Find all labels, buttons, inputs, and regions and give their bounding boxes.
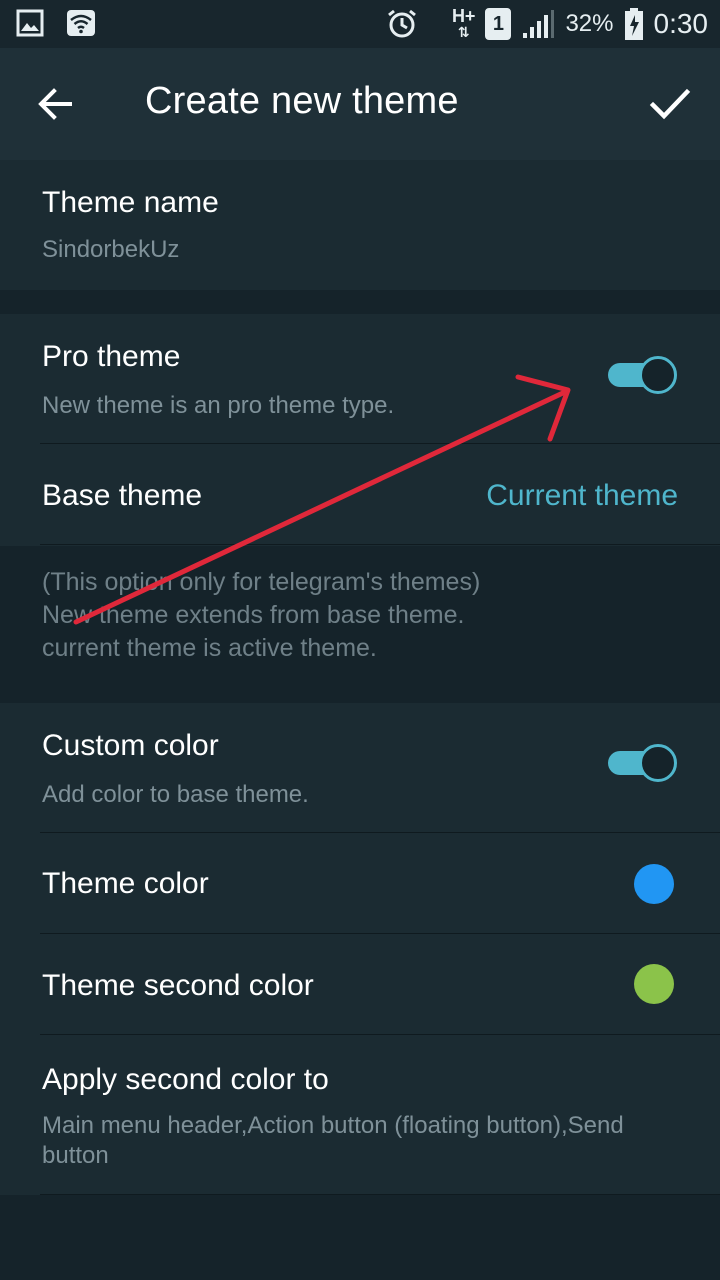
confirm-button[interactable]	[644, 78, 696, 130]
status-bar: H+ ⇅ 1 32% 0:30	[0, 0, 720, 48]
theme-name-section: Theme name SindorbekUz	[0, 160, 720, 290]
color-section: Custom color Add color to base theme. Th…	[0, 703, 720, 1195]
theme-second-color-swatch[interactable]	[634, 964, 674, 1004]
back-button[interactable]	[30, 78, 82, 130]
custom-color-toggle[interactable]	[608, 744, 677, 782]
theme-color-label: Theme color	[42, 867, 209, 900]
apply-second-color-value: Main menu header,Action button (floating…	[42, 1112, 624, 1169]
custom-color-description: Add color to base theme.	[42, 781, 309, 808]
clock: 0:30	[653, 8, 709, 39]
pro-theme-row[interactable]: Pro theme New theme is an pro theme type…	[0, 314, 720, 444]
theme-color-row[interactable]: Theme color	[0, 833, 720, 933]
page-title: Create new theme	[145, 80, 459, 122]
app-bar: Create new theme	[0, 48, 720, 160]
theme-name-row[interactable]: Theme name SindorbekUz	[0, 160, 720, 290]
custom-color-label: Custom color	[42, 729, 219, 762]
signal-icon	[523, 10, 555, 38]
sim-icon: 1	[485, 8, 512, 40]
battery-icon	[624, 8, 643, 40]
base-theme-info: (This option only for telegram's themes)…	[42, 568, 481, 662]
pro-theme-description: New theme is an pro theme type.	[42, 392, 395, 419]
pro-theme-section: Pro theme New theme is an pro theme type…	[0, 314, 720, 546]
theme-name-value: SindorbekUz	[42, 236, 180, 263]
hplus-icon: H+ ⇅	[451, 6, 476, 40]
theme-second-color-label: Theme second color	[42, 969, 314, 1002]
apply-second-color-label: Apply second color to	[42, 1063, 329, 1096]
arrow-left-icon	[38, 88, 72, 120]
theme-color-swatch[interactable]	[634, 864, 674, 904]
check-icon	[649, 88, 691, 120]
pro-theme-label: Pro theme	[42, 340, 181, 373]
custom-color-row[interactable]: Custom color Add color to base theme.	[0, 703, 720, 832]
pro-theme-toggle[interactable]	[608, 356, 677, 394]
base-theme-row[interactable]: Base theme Current theme	[0, 444, 720, 546]
apply-second-color-row[interactable]: Apply second color to Main menu header,A…	[0, 1035, 720, 1195]
base-theme-value[interactable]: Current theme	[486, 479, 678, 513]
wifi-icon	[67, 10, 95, 36]
battery-percent: 32%	[565, 10, 614, 37]
alarm-icon	[388, 9, 416, 38]
base-theme-label: Base theme	[42, 479, 203, 512]
theme-name-label: Theme name	[42, 186, 219, 219]
divider	[40, 1194, 720, 1195]
theme-second-color-row[interactable]: Theme second color	[0, 934, 720, 1034]
image-icon	[16, 9, 44, 37]
divider	[40, 544, 720, 545]
